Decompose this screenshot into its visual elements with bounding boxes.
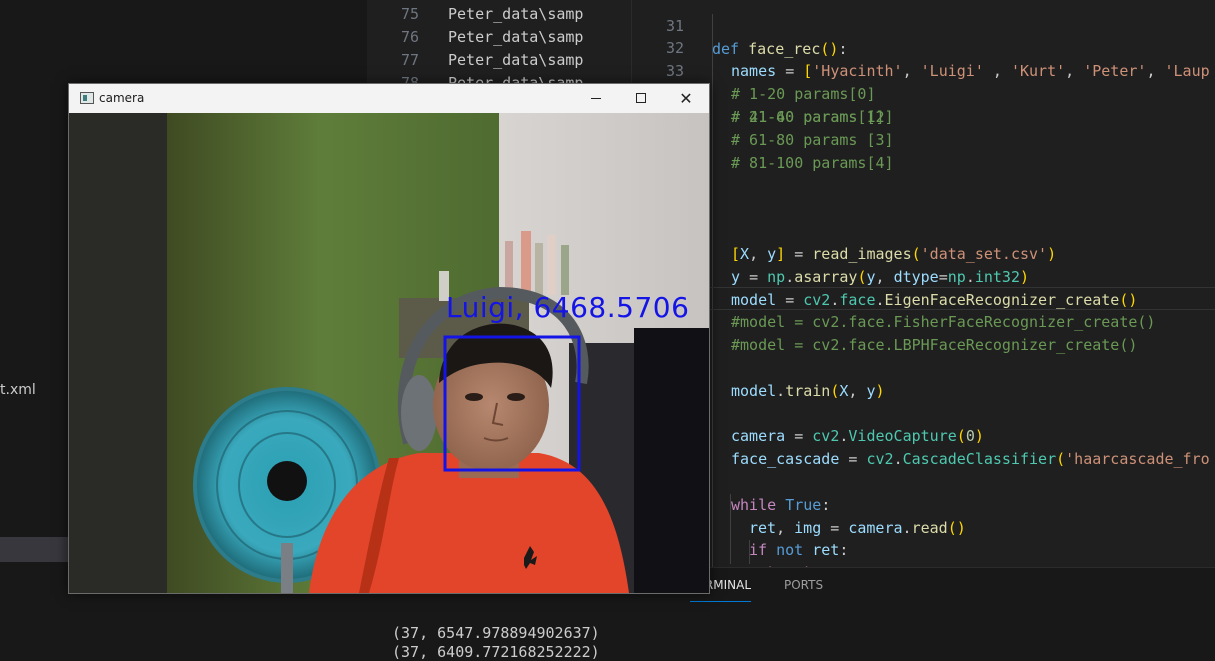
code-text: face_cascade = cv2.CascadeClassifier('ha…	[731, 450, 1210, 468]
webcam-image	[69, 113, 709, 593]
tab-ports[interactable]: PORTS	[784, 568, 823, 602]
code-line[interactable]: while True:	[632, 471, 1215, 514]
code-line[interactable]: model = cv2.face.EigenFaceRecognizer_cre…	[632, 266, 1215, 309]
code-line[interactable]: #model = cv2.face.FisherFaceRecognizer_c…	[632, 288, 1215, 331]
code-line[interactable]: camera = cv2.VideoCapture(0)	[632, 402, 1215, 445]
code-line[interactable]: face_cascade = cv2.CascadeClassifier('ha…	[632, 425, 1215, 468]
code-line[interactable]: break	[632, 539, 1215, 567]
csv-line-text: Peter_data\samp	[448, 5, 584, 23]
csv-line[interactable]: 77 Peter_data\samp	[367, 49, 630, 72]
minimize-button[interactable]	[573, 84, 619, 113]
camera-window[interactable]: camera ✕ Luigi, 6468.5706	[68, 83, 710, 594]
csv-line-text: Peter_data\samp	[448, 28, 584, 46]
terminal-output-line: (37, 6409.772168252222)	[392, 643, 600, 661]
code-comment: # 81-100 params[4]	[731, 154, 894, 172]
minimize-icon	[591, 97, 601, 99]
line-number: 76	[400, 28, 419, 46]
explorer-file-item[interactable]: t.xml	[0, 379, 70, 401]
code-line[interactable]: model.train(X, y)	[632, 357, 1215, 400]
code-line[interactable]: # 41-60 params [2]	[632, 83, 1215, 126]
close-button[interactable]: ✕	[663, 84, 709, 113]
code-line[interactable]: ret, img = camera.read()	[632, 494, 1215, 537]
code-text: model.train(X, y)	[731, 382, 885, 400]
explorer-selected-row[interactable]	[0, 537, 70, 562]
line-number: 75	[400, 5, 419, 23]
camera-title-bar[interactable]: camera ✕	[69, 84, 709, 113]
csv-line[interactable]: 75 Peter_data\samp	[367, 3, 630, 26]
code-comment: #model = cv2.face.LBPHFaceRecognizer_cre…	[731, 336, 1138, 354]
code-line[interactable]: [X, y] = read_images('data_set.csv')	[632, 220, 1215, 263]
maximize-button[interactable]	[618, 84, 664, 113]
code-line[interactable]: y = np.asarray(y, dtype=np.int32)	[632, 243, 1215, 286]
code-line[interactable]: # 81-100 params[4]	[632, 129, 1215, 172]
app-icon	[80, 92, 94, 104]
code-editor[interactable]: 31 def face_rec(): 32 names = ['Hyacinth…	[631, 0, 1215, 567]
csv-line-text: Peter_data\samp	[448, 51, 584, 69]
code-line[interactable]: #model = cv2.face.LBPHFaceRecognizer_cre…	[632, 311, 1215, 354]
maximize-icon	[636, 93, 646, 103]
code-line[interactable]: if not ret:	[632, 516, 1215, 559]
detection-label: Luigi, 6468.5706	[446, 291, 690, 324]
window-title: camera	[99, 91, 145, 105]
code-line[interactable]: 33 # 1-20 params[0]	[632, 37, 1215, 103]
line-number: 77	[400, 51, 419, 69]
code-line[interactable]: 31 def face_rec():	[632, 0, 1215, 58]
explorer-file-label: t.xml	[0, 382, 36, 398]
camera-feed: Luigi, 6468.5706	[69, 113, 709, 593]
csv-line[interactable]: 76 Peter_data\samp	[367, 26, 630, 49]
close-icon: ✕	[679, 89, 693, 108]
terminal-output-line: (37, 6547.978894902637)	[392, 624, 600, 642]
code-line[interactable]: 32 names = ['Hyacinth', 'Luigi' , 'Kurt'…	[632, 14, 1215, 80]
code-line[interactable]: # 61-80 params [3]	[632, 106, 1215, 149]
code-line[interactable]: 34 # 21-40 params[1]	[632, 60, 1215, 126]
